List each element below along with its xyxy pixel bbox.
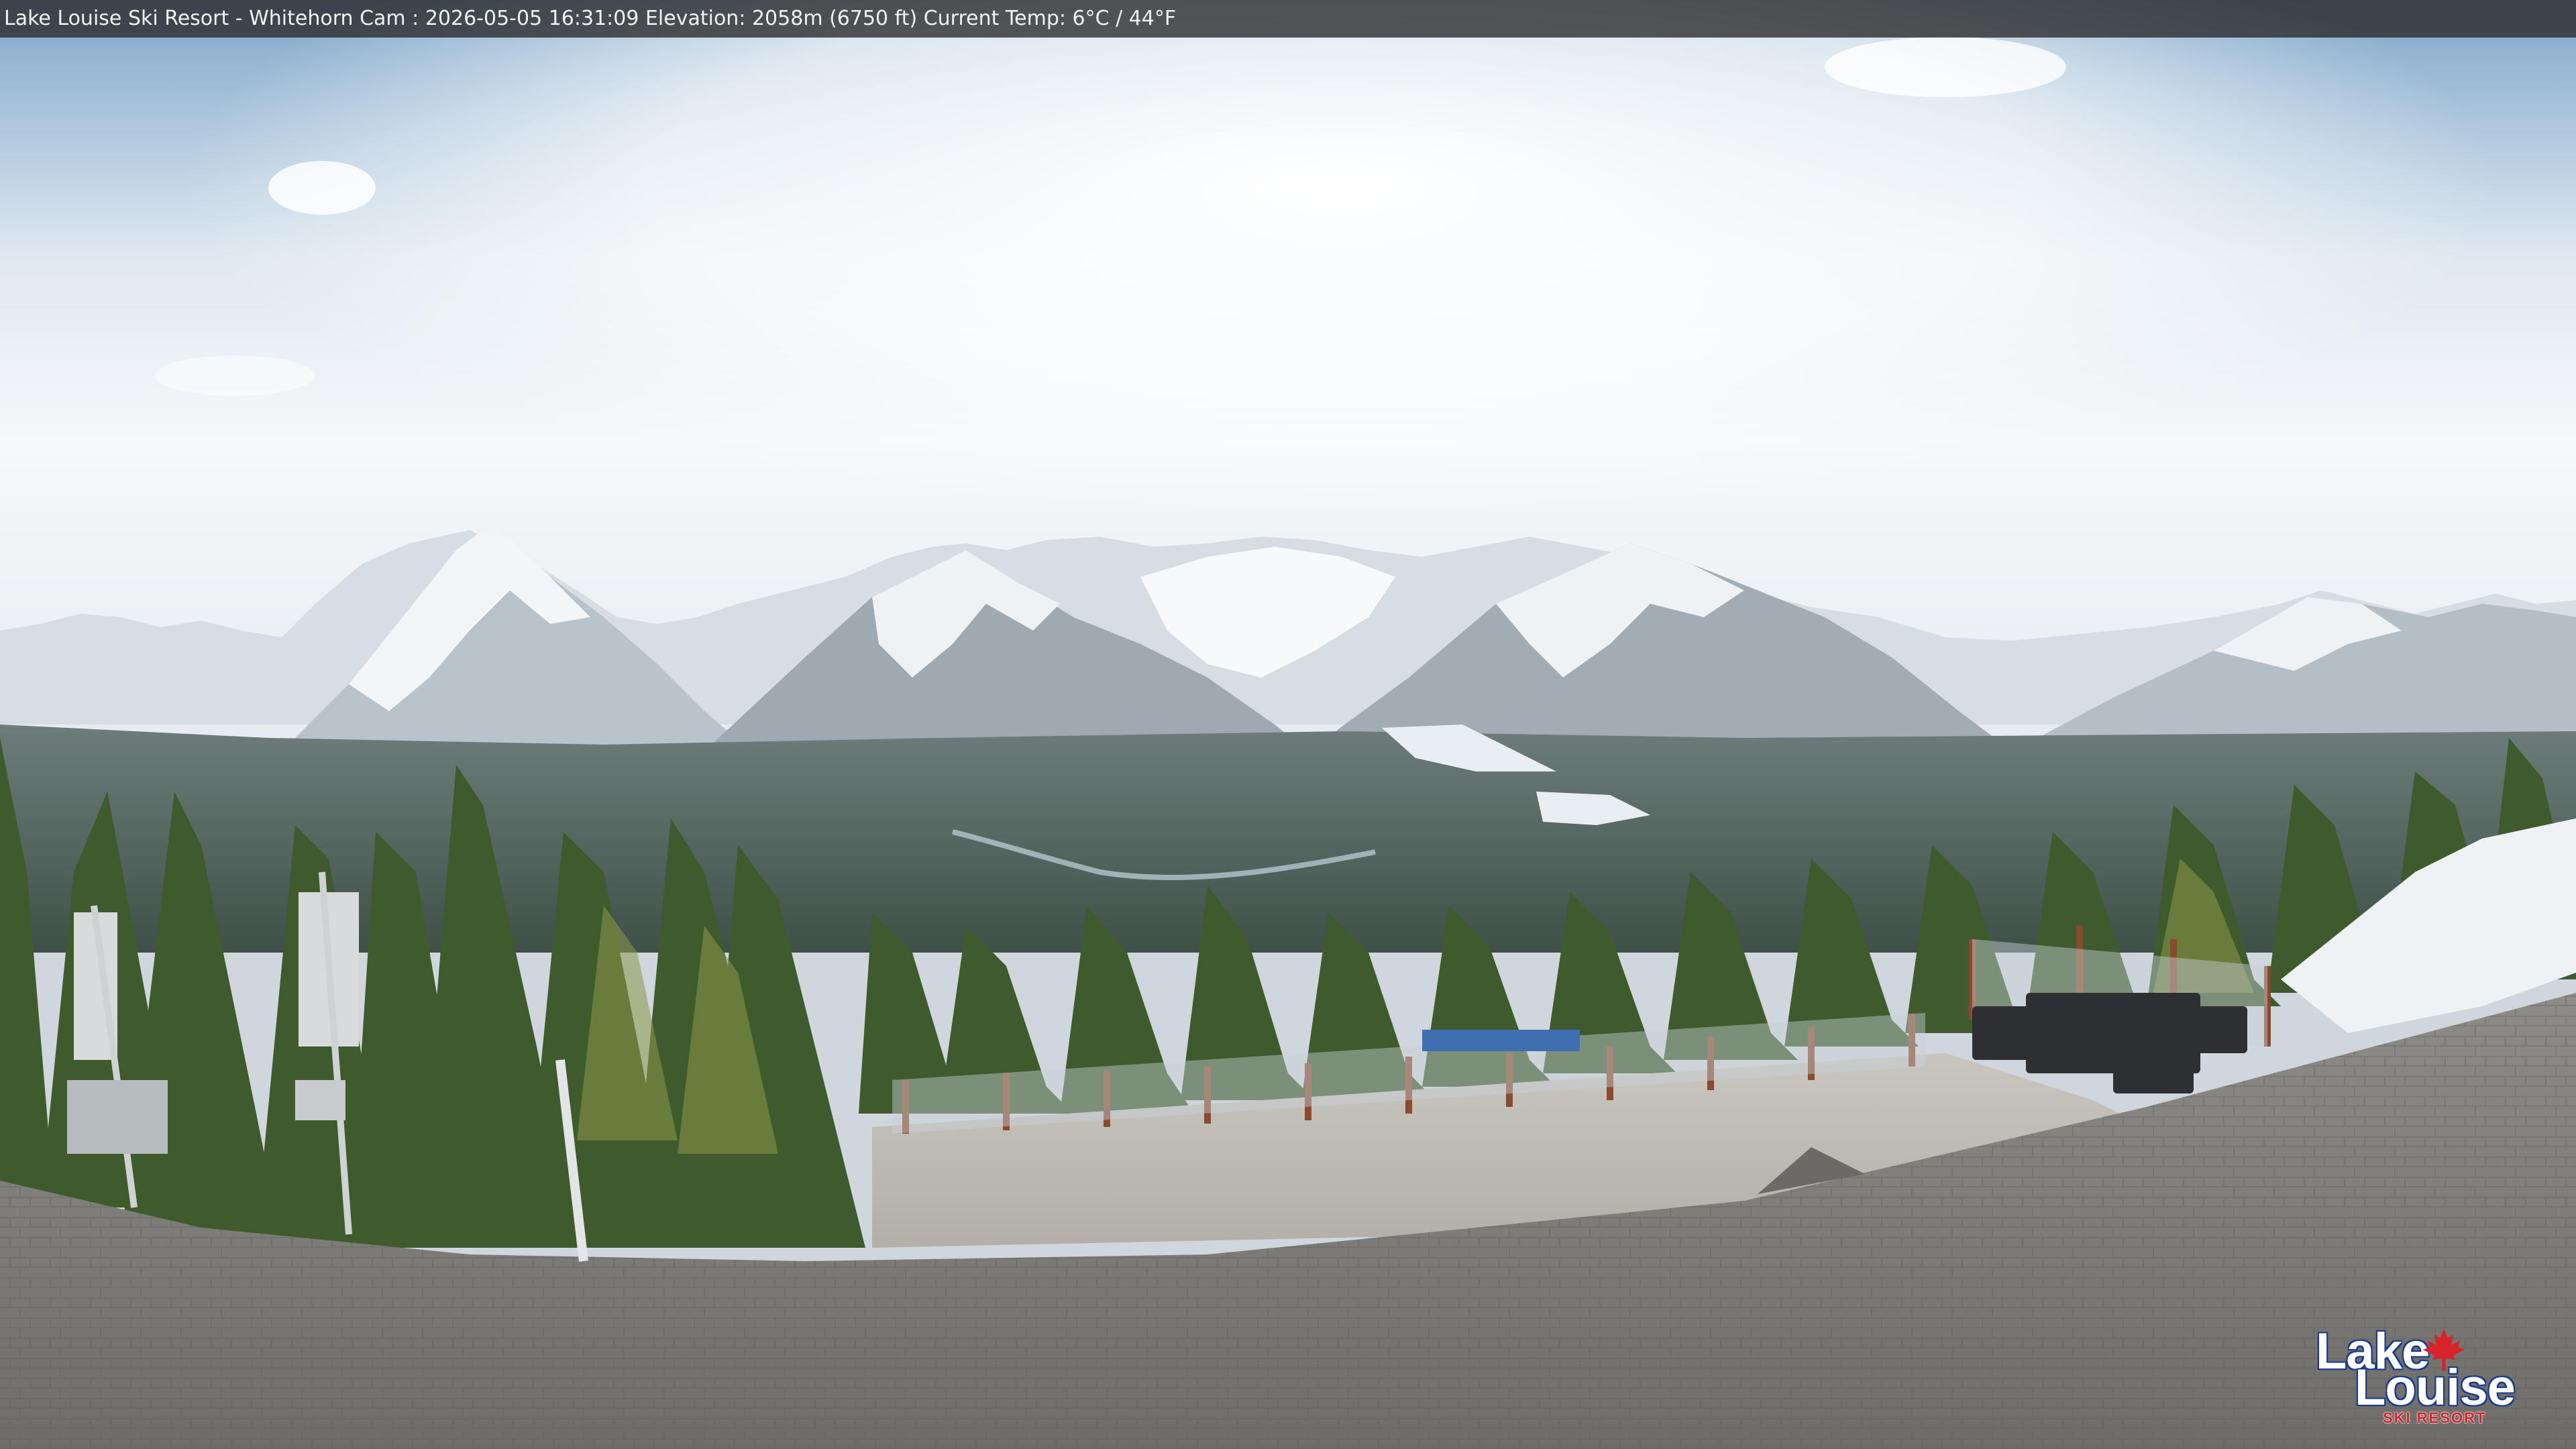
cloud: [1825, 37, 2066, 97]
blue-banner: [1422, 1030, 1580, 1051]
camera-info-text: Lake Louise Ski Resort - Whitehorn Cam :…: [4, 7, 1177, 30]
cloud: [268, 161, 376, 215]
lake-louise-logo: Lake Louise SKI RESORT: [2308, 1323, 2516, 1426]
cloud: [154, 356, 315, 396]
logo-tagline: SKI RESORT: [2383, 1409, 2487, 1426]
camera-info-bar: Lake Louise Ski Resort - Whitehorn Cam :…: [0, 0, 2576, 38]
webcam-scene: [0, 0, 2576, 1449]
maple-leaf-icon: [2422, 1328, 2465, 1371]
